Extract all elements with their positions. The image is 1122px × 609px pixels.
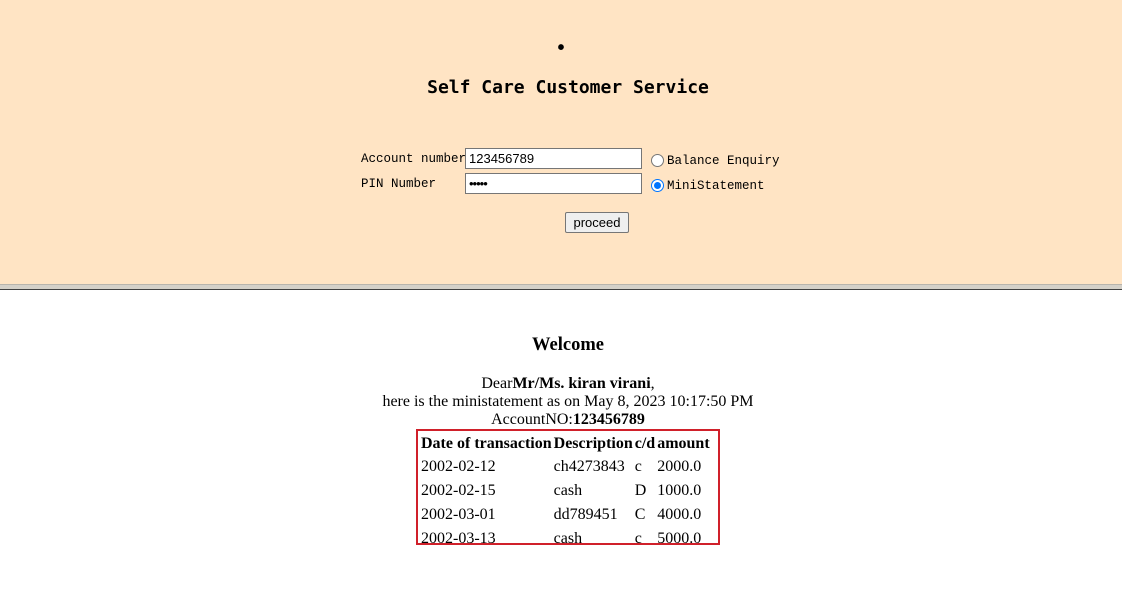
cell-amount: 1000.0 — [657, 482, 702, 499]
greeting-line: DearMr/Ms. kiran virani, — [0, 375, 1122, 393]
login-frame: • Self Care Customer Service Account num… — [0, 0, 1122, 284]
cell-amount: 5000.0 — [657, 530, 702, 547]
cell-cd: D — [634, 482, 647, 499]
cell-cd: c — [634, 458, 642, 475]
page-title: Self Care Customer Service — [427, 77, 709, 98]
cell-description: cash — [553, 530, 583, 547]
cell-description: cash — [553, 482, 583, 499]
cell-date: 2002-02-12 — [421, 458, 496, 475]
account-prefix: AccountNO: — [491, 411, 573, 428]
column-header-description: Description — [553, 435, 633, 452]
column-header-cd: c/d — [634, 435, 656, 452]
frame-divider[interactable] — [0, 284, 1122, 290]
table-row: 2002-03-01 dd789451 C 4000.0 — [421, 504, 710, 526]
cell-amount: 4000.0 — [657, 506, 702, 523]
account-number-input[interactable] — [465, 148, 642, 169]
proceed-button[interactable]: proceed — [565, 212, 629, 233]
customer-name: Mr/Ms. kiran virani — [512, 375, 651, 392]
cell-description: ch4273843 — [553, 458, 625, 475]
cell-date: 2002-03-01 — [421, 506, 496, 523]
cell-description: dd789451 — [553, 506, 618, 523]
greeting-suffix: , — [650, 375, 655, 392]
header-dot: • — [557, 37, 565, 59]
cell-cd: c — [634, 530, 642, 547]
balance-enquiry-option[interactable]: Balance Enquiry — [651, 152, 780, 168]
pin-number-label: PIN Number — [361, 177, 437, 191]
account-number-label: Account number — [361, 152, 467, 166]
column-header-date: Date of transaction — [421, 435, 552, 452]
ministatement-table: Date of transaction Description c/d amou… — [419, 432, 712, 552]
cell-date: 2002-03-13 — [421, 530, 496, 547]
balance-enquiry-radio[interactable] — [651, 153, 664, 167]
table-header-row: Date of transaction Description c/d amou… — [421, 434, 710, 454]
welcome-heading: Welcome — [532, 335, 604, 355]
statement-date-line: here is the ministatement as on May 8, 2… — [382, 393, 754, 410]
greeting-prefix: Dear — [481, 375, 513, 392]
column-header-amount: amount — [657, 435, 710, 452]
table-row: 2002-02-12 ch4273843 c 2000.0 — [421, 456, 710, 478]
ministatement-label: MiniStatement — [667, 179, 765, 193]
pin-number-input[interactable] — [465, 173, 642, 194]
account-number-value: 123456789 — [572, 411, 645, 428]
cell-cd: C — [634, 506, 646, 523]
cell-amount: 2000.0 — [657, 458, 702, 475]
ministatement-option[interactable]: MiniStatement — [651, 177, 765, 193]
balance-enquiry-label: Balance Enquiry — [667, 154, 780, 168]
cell-date: 2002-02-15 — [421, 482, 496, 499]
account-number-line: AccountNO:123456789 — [0, 411, 1122, 429]
ministatement-radio[interactable] — [651, 178, 664, 192]
table-row: 2002-03-13 cash c 5000.0 — [421, 528, 710, 550]
table-row: 2002-02-15 cash D 1000.0 — [421, 480, 710, 502]
